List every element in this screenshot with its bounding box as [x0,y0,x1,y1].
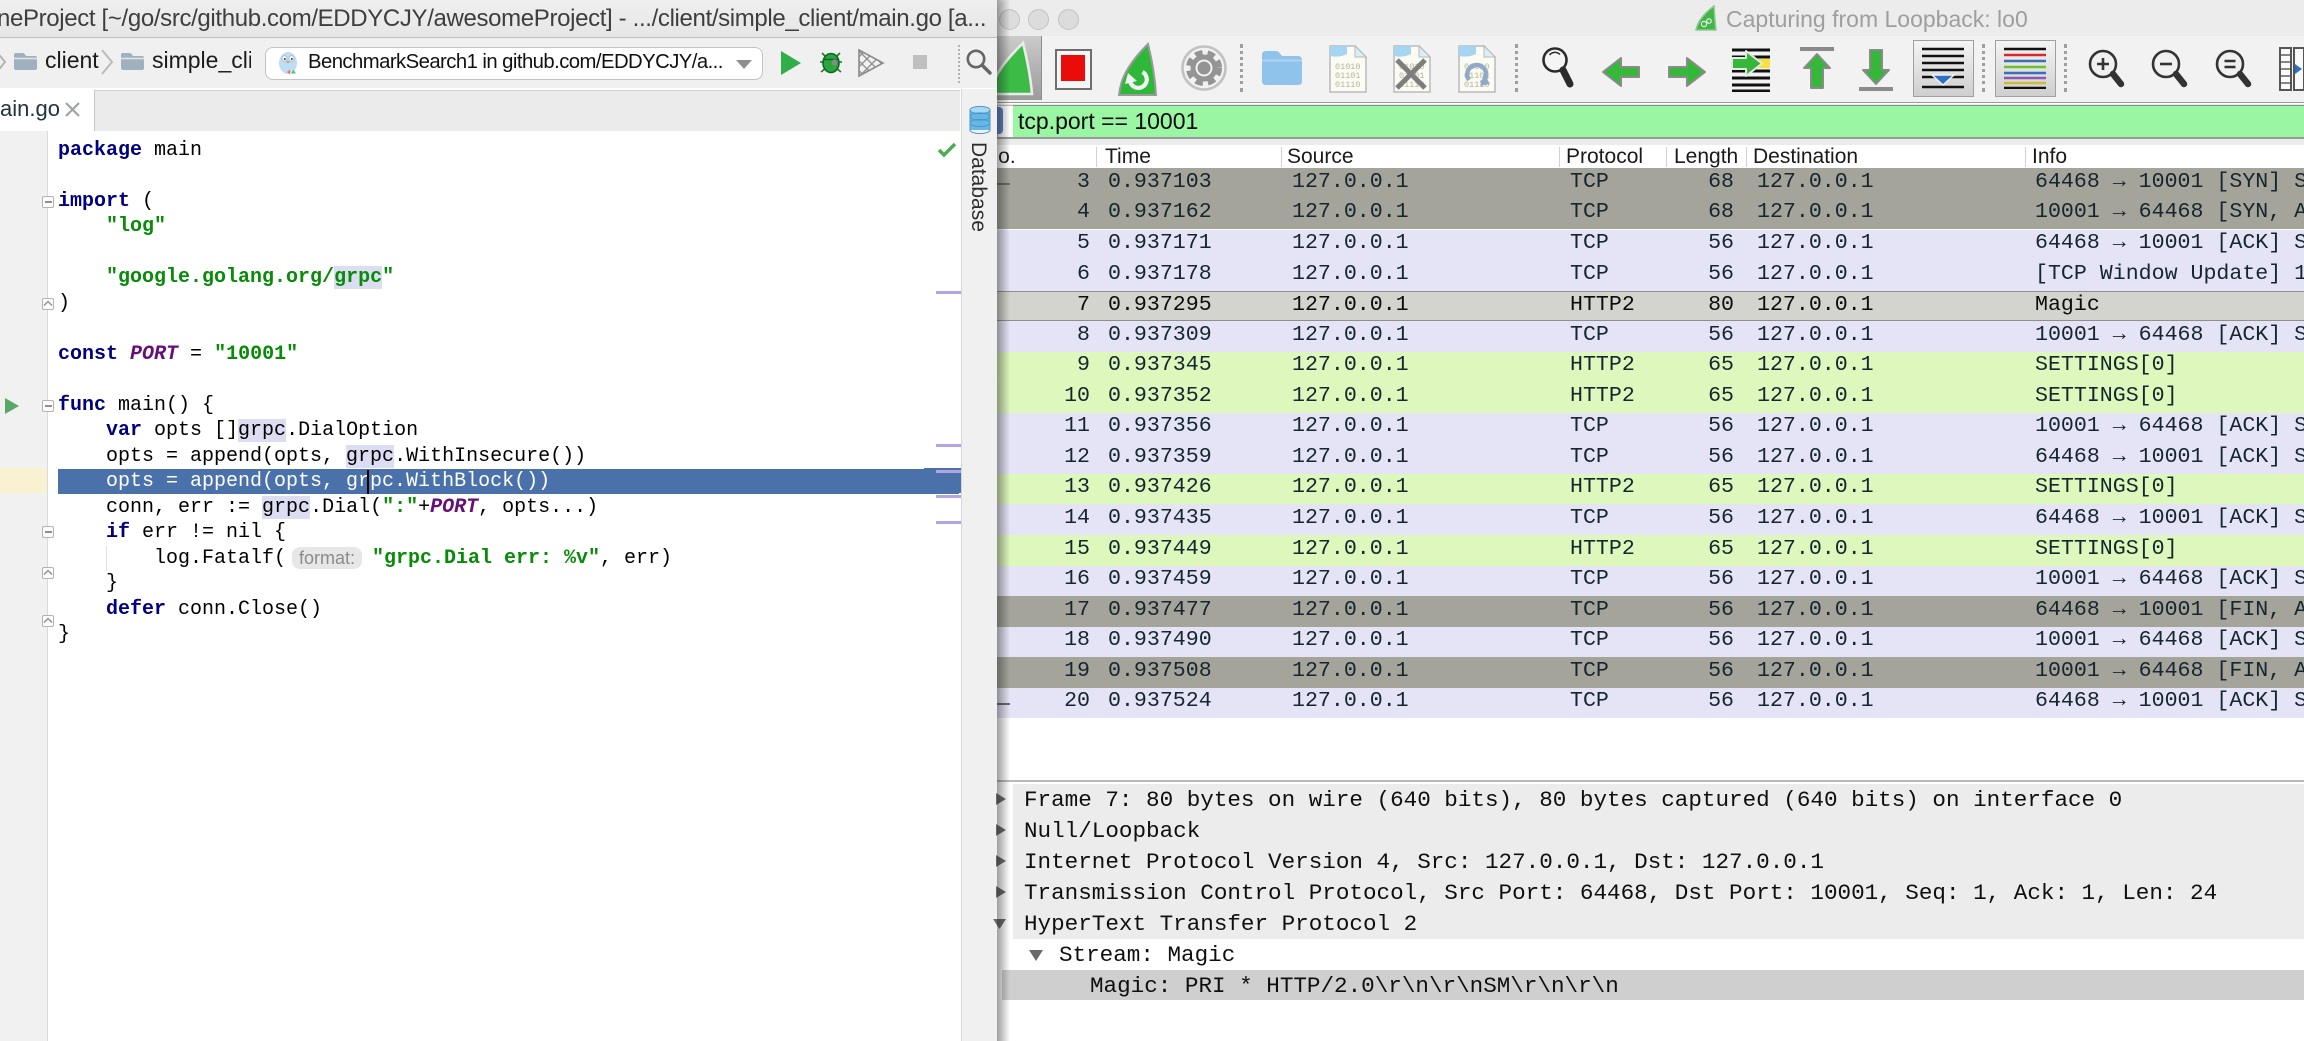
svg-text:01110: 01110 [1335,80,1361,90]
